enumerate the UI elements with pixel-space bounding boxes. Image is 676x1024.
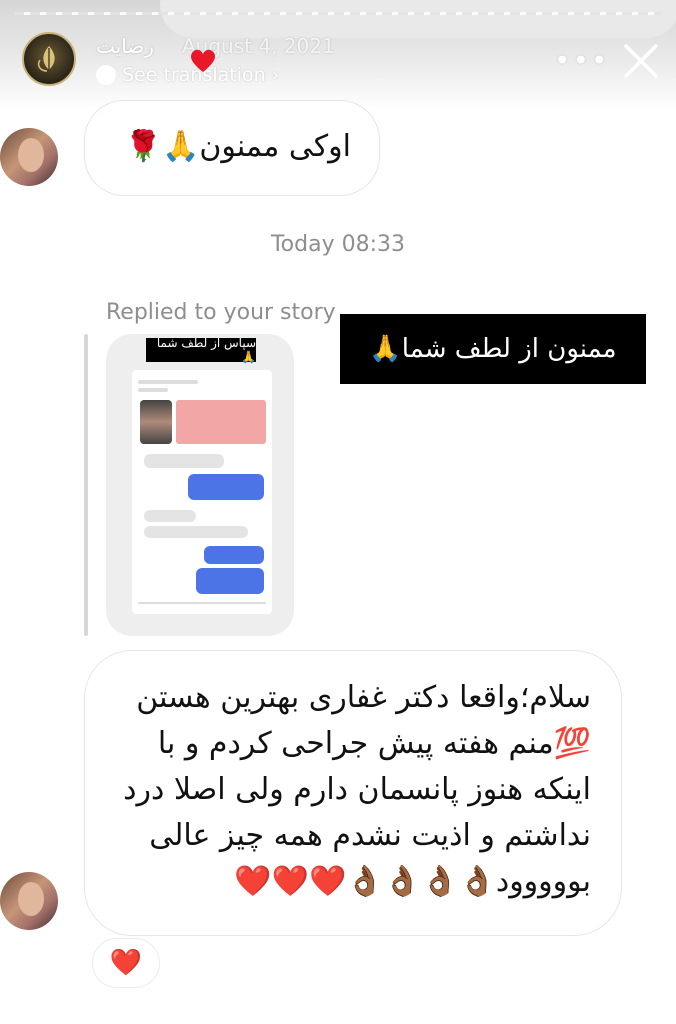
message-line: سلام؛واقعا دکتر غفاری بهترین هستن <box>136 680 591 715</box>
message-line: اینکه هنوز پانسمان دارم ولی اصلا درد <box>123 772 591 807</box>
message-bubble[interactable]: سلام؛واقعا دکتر غفاری بهترین هستن 💯منم ه… <box>84 650 622 936</box>
see-translation-label: See translation <box>122 64 266 86</box>
story-text-overlay: ممنون از لطف شما🙏 <box>340 314 646 384</box>
message-bubble[interactable]: اوکی ممنون🙏🌹 <box>84 100 380 196</box>
previous-message-bubble <box>160 0 676 38</box>
story-progress-bar <box>14 12 662 15</box>
chevron-right-icon: › <box>271 64 280 86</box>
story-screenshot <box>132 370 272 614</box>
see-translation-link[interactable]: See translation › <box>96 64 279 86</box>
close-icon[interactable] <box>622 42 660 80</box>
message-text: اوکی ممنون🙏🌹 <box>124 129 351 164</box>
heart-icon: ❤️ <box>109 948 143 978</box>
profile-avatar[interactable] <box>22 32 76 86</box>
reply-indicator-bar <box>84 334 88 636</box>
message-reaction[interactable]: ❤️ <box>92 938 160 988</box>
sender-avatar[interactable] <box>0 128 58 186</box>
message-line: نداشتم و اذیت نشدم همه چیز عالی <box>149 818 591 853</box>
avatar-face <box>18 138 44 172</box>
story-username[interactable]: رضایت <box>96 34 154 58</box>
sender-avatar[interactable] <box>0 872 58 930</box>
more-dots-icon[interactable]: ••• <box>554 44 610 77</box>
message-line: بووووود👌🏾👌🏾👌🏾👌🏾❤️❤️❤️ <box>234 864 591 899</box>
message-text: سلام؛واقعا دکتر غفاری بهترین هستن 💯منم ه… <box>91 675 591 905</box>
replied-to-story-label: Replied to your story <box>106 300 336 325</box>
timestamp-divider: Today 08:33 <box>270 232 406 257</box>
story-thumb-caption: سپاس از لطف شما🙏 <box>146 336 256 364</box>
leaf-logo-icon <box>37 46 55 72</box>
translate-icon <box>96 65 116 85</box>
message-line: 💯منم هفته پیش جراحی کردم و با <box>157 726 591 761</box>
avatar-face <box>18 882 44 916</box>
story-reply-thumbnail[interactable]: سپاس از لطف شما🙏 <box>106 334 294 636</box>
